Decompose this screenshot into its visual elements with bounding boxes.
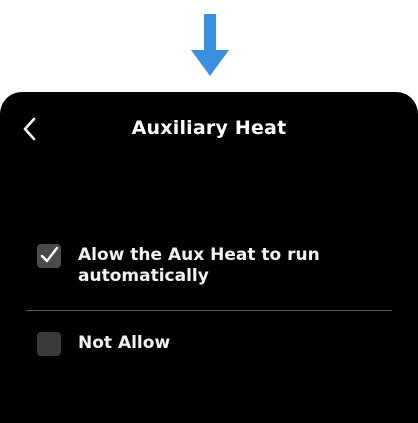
option-allow-aux-heat[interactable]: Alow the Aux Heat to run automatically — [37, 244, 398, 287]
checkbox-unchecked[interactable] — [37, 332, 61, 356]
down-arrow-icon — [191, 14, 229, 76]
checkbox-checked[interactable] — [37, 244, 61, 268]
option-label: Alow the Aux Heat to run automatically — [78, 245, 320, 286]
option-not-allow[interactable]: Not Allow — [37, 332, 398, 356]
option-label: Not Allow — [78, 333, 171, 353]
auxiliary-heat-screen: Auxiliary Heat Alow the Aux Heat to run … — [0, 92, 418, 423]
page-title: Auxiliary Heat — [131, 117, 287, 139]
divider — [26, 310, 392, 311]
checkmark-icon — [40, 246, 59, 263]
